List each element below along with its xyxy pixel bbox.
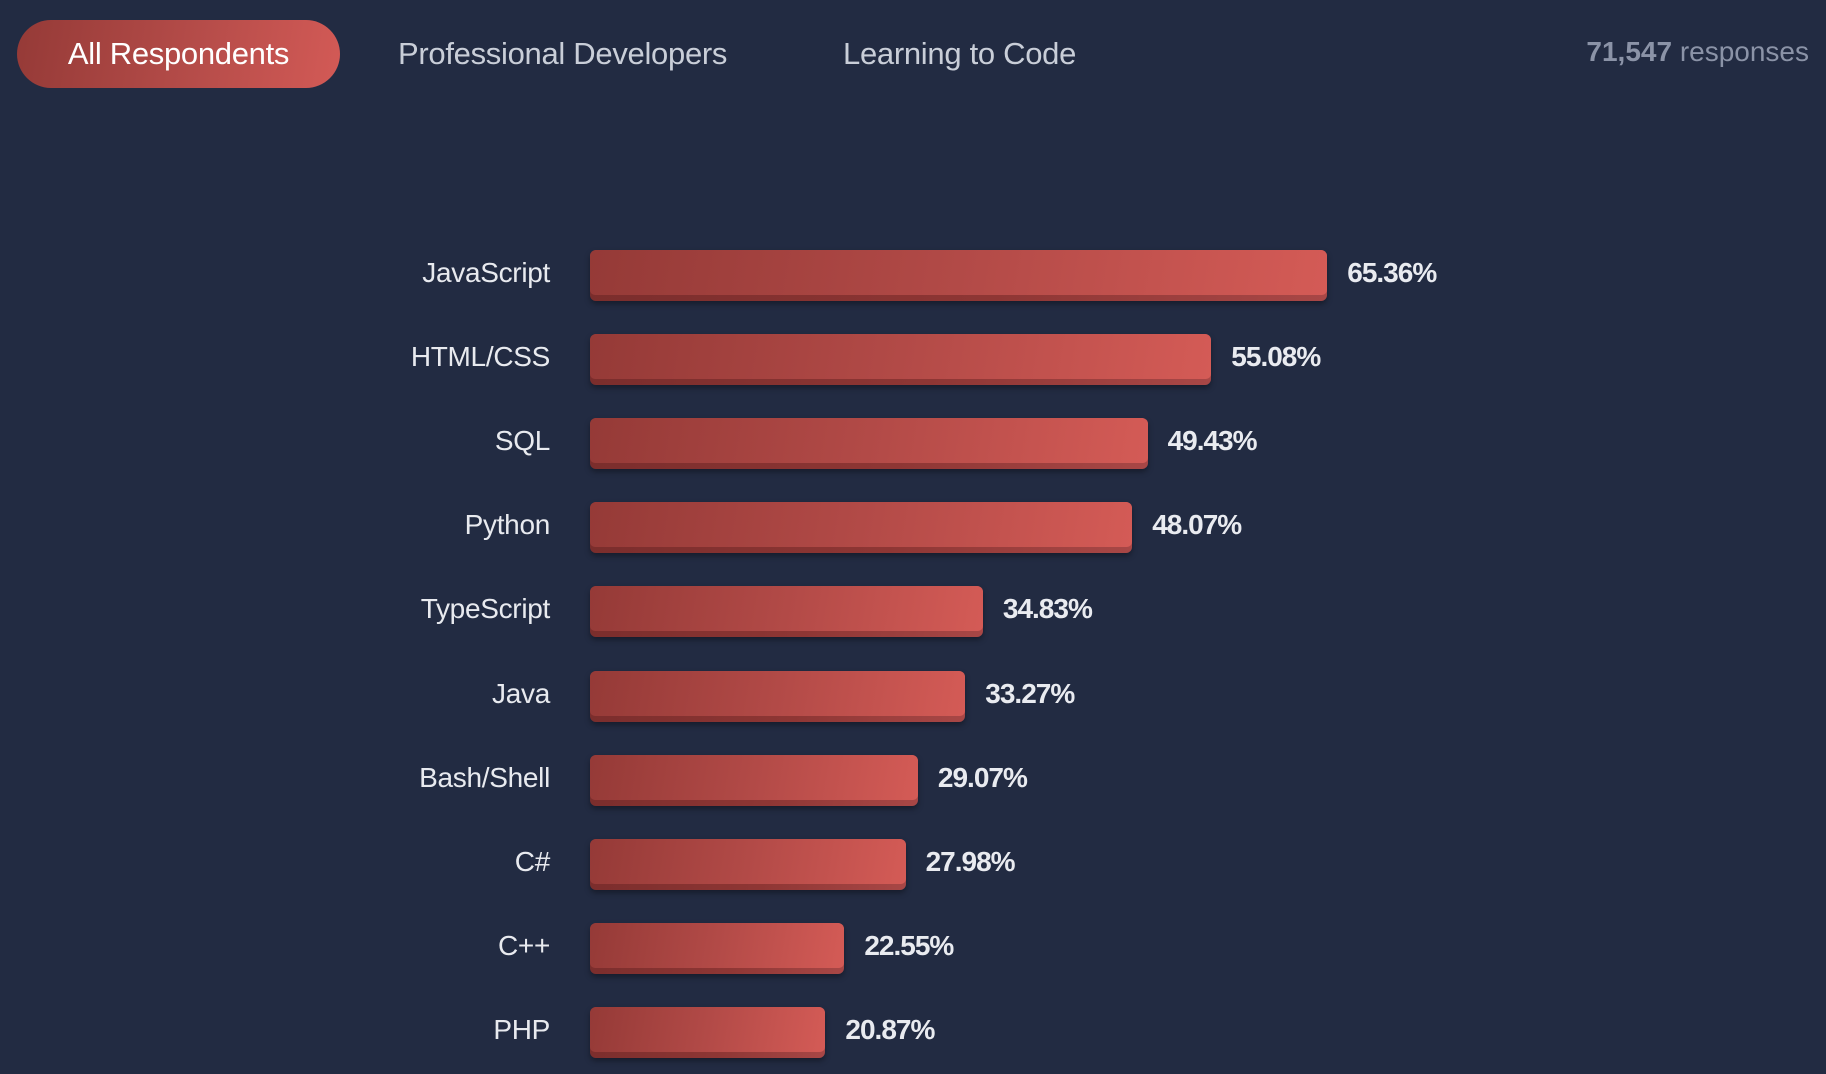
bar-typescript: [590, 586, 983, 638]
category-label: TypeScript: [420, 593, 551, 625]
category-label: PHP: [493, 1013, 550, 1045]
bar-javascript: [590, 250, 1328, 301]
category-label: Bash/Shell: [419, 761, 550, 793]
category-label: JavaScript: [422, 257, 550, 288]
category-label: HTML/CSS: [410, 341, 550, 373]
value-label: 29.07%: [937, 761, 1028, 793]
bar-python: [590, 502, 1133, 554]
bar-bash-shell: [590, 754, 918, 806]
bar-face: [590, 838, 906, 884]
bar-sql: [590, 418, 1148, 470]
bar-face: [590, 670, 966, 716]
bar-face: [590, 922, 845, 968]
bar-face: [590, 1006, 826, 1052]
value-label: 20.87%: [845, 1013, 935, 1045]
bar-html-css: [590, 334, 1212, 386]
category-label: C#: [514, 845, 551, 877]
value-label: 49.43%: [1167, 425, 1258, 457]
value-label: 48.07%: [1152, 509, 1242, 541]
bar-c-: [590, 838, 906, 890]
language-bar-chart: JavaScript 65.36% HTML/CSS 55.08% SQL 49.43% P…: [0, 0, 1826, 1074]
bar-php: [590, 1006, 826, 1058]
bar-face: [590, 754, 918, 800]
value-label: 33.27%: [985, 677, 1075, 709]
bar-face: [590, 418, 1148, 464]
bar-face: [590, 250, 1328, 295]
bar-c-: [590, 922, 845, 974]
bar-face: [590, 586, 983, 632]
value-label: 55.08%: [1231, 341, 1321, 373]
bar-face: [590, 502, 1133, 548]
category-label: Python: [464, 509, 551, 541]
category-label: Java: [492, 677, 550, 709]
value-label: 27.98%: [925, 845, 1016, 877]
bar-java: [590, 670, 966, 722]
value-label: 65.36%: [1347, 257, 1437, 288]
bar-face: [590, 334, 1212, 380]
value-label: 22.55%: [864, 929, 954, 961]
category-label: SQL: [494, 425, 550, 457]
value-label: 34.83%: [1002, 593, 1093, 625]
category-label: C++: [497, 929, 550, 961]
